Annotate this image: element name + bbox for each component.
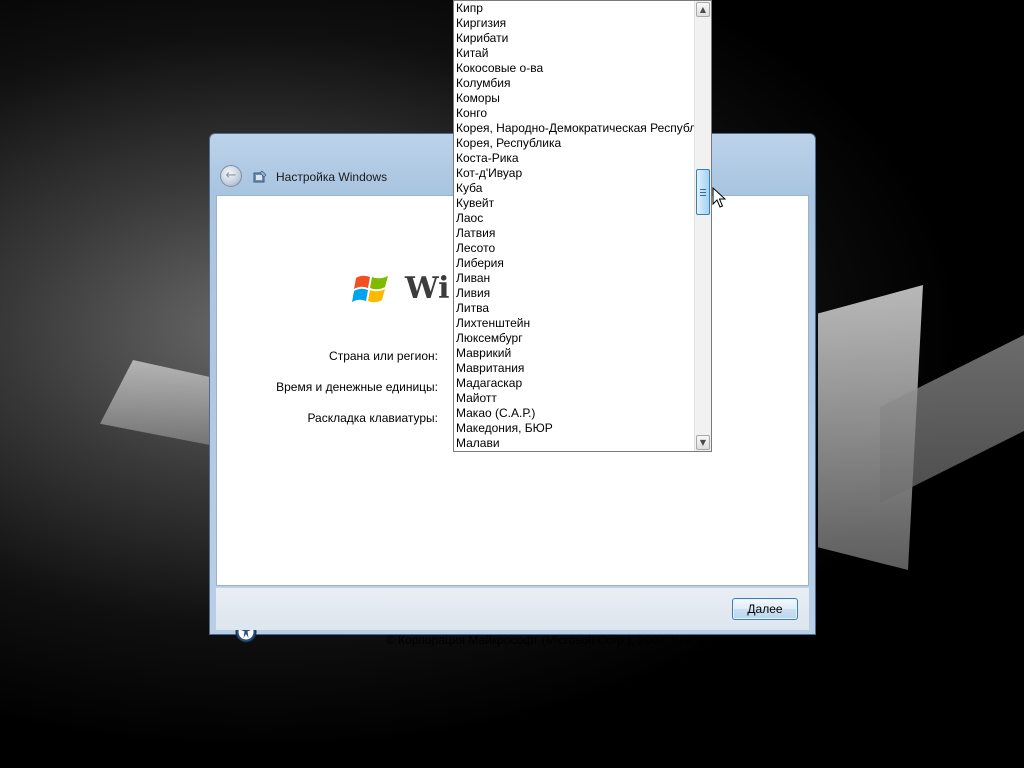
country-label: Страна или регион: xyxy=(329,349,438,363)
country-list-item[interactable]: Куба xyxy=(454,181,695,196)
country-list-item[interactable]: Латвия xyxy=(454,226,695,241)
country-list-item[interactable]: Коморы xyxy=(454,91,695,106)
thumb-grip xyxy=(700,192,706,193)
country-list-item[interactable]: Киргизия xyxy=(454,16,695,31)
dropdown-scrollbar[interactable]: ▲ ▼ xyxy=(694,1,711,451)
country-list-item[interactable]: Ливия xyxy=(454,286,695,301)
country-list-item[interactable]: Мадагаскар xyxy=(454,376,695,391)
scroll-up-arrow-icon[interactable]: ▲ xyxy=(696,2,710,17)
thumb-grip xyxy=(700,195,706,196)
copyright-text: © Корпорация Майкрософт (Microsoft Corp.… xyxy=(385,633,795,647)
country-list-item[interactable]: Лесото xyxy=(454,241,695,256)
country-list-item[interactable]: Ливан xyxy=(454,271,695,286)
country-list-item[interactable]: Литва xyxy=(454,301,695,316)
country-list-item[interactable]: Китай xyxy=(454,46,695,61)
country-list-item[interactable]: Люксембург xyxy=(454,331,695,346)
country-list-item[interactable]: Малави xyxy=(454,436,695,451)
country-list-item[interactable]: Кирибати xyxy=(454,31,695,46)
country-list-item[interactable]: Конго xyxy=(454,106,695,121)
mouse-pointer-icon xyxy=(712,187,726,208)
back-arrow-icon[interactable]: ← xyxy=(220,165,242,187)
country-list-item[interactable]: Маврикий xyxy=(454,346,695,361)
country-list-item[interactable]: Лихтенштейн xyxy=(454,316,695,331)
country-list-item[interactable]: Кокосовые о-ва xyxy=(454,61,695,76)
windows-logo-icon xyxy=(352,275,388,303)
country-list-item[interactable]: Мавритания xyxy=(454,361,695,376)
country-list-item[interactable]: Македония, БЮР xyxy=(454,421,695,436)
country-list-item[interactable]: Лаос xyxy=(454,211,695,226)
country-list-item[interactable]: Корея, Республика xyxy=(454,136,695,151)
next-button[interactable]: Далее xyxy=(732,598,798,620)
scroll-down-arrow-icon[interactable]: ▼ xyxy=(696,435,710,450)
country-list-item[interactable]: Коста-Рика xyxy=(454,151,695,166)
country-list-item[interactable]: Корея, Народно-Демократическая Республ xyxy=(454,121,695,136)
window-title: Настройка Windows xyxy=(276,170,388,184)
country-list-item[interactable]: Либерия xyxy=(454,256,695,271)
setup-icon xyxy=(253,170,267,183)
country-list: Кипр Киргизия Кирибати Китай Кокосовые о-ва К… xyxy=(454,1,695,451)
country-list-item[interactable]: Колумбия xyxy=(454,76,695,91)
country-list-item[interactable]: Кувейт xyxy=(454,196,695,211)
time-currency-label: Время и денежные единицы: xyxy=(276,380,438,394)
scrollbar-thumb[interactable] xyxy=(696,169,710,215)
country-dropdown-list[interactable]: Кипр Киргизия Кирибати Китай Кокосовые о-ва К… xyxy=(453,0,712,452)
country-list-item[interactable]: Майотт xyxy=(454,391,695,406)
footer-bar: Далее xyxy=(216,587,809,630)
country-list-item[interactable]: Кот-д'Ивуар xyxy=(454,166,695,181)
keyboard-layout-label: Раскладка клавиатуры: xyxy=(307,411,438,425)
country-list-item[interactable]: Макао (С.А.Р.) xyxy=(454,406,695,421)
thumb-grip xyxy=(700,189,706,190)
windows-logo-text: Wi xyxy=(405,271,450,306)
country-list-item[interactable]: Кипр xyxy=(454,1,695,16)
